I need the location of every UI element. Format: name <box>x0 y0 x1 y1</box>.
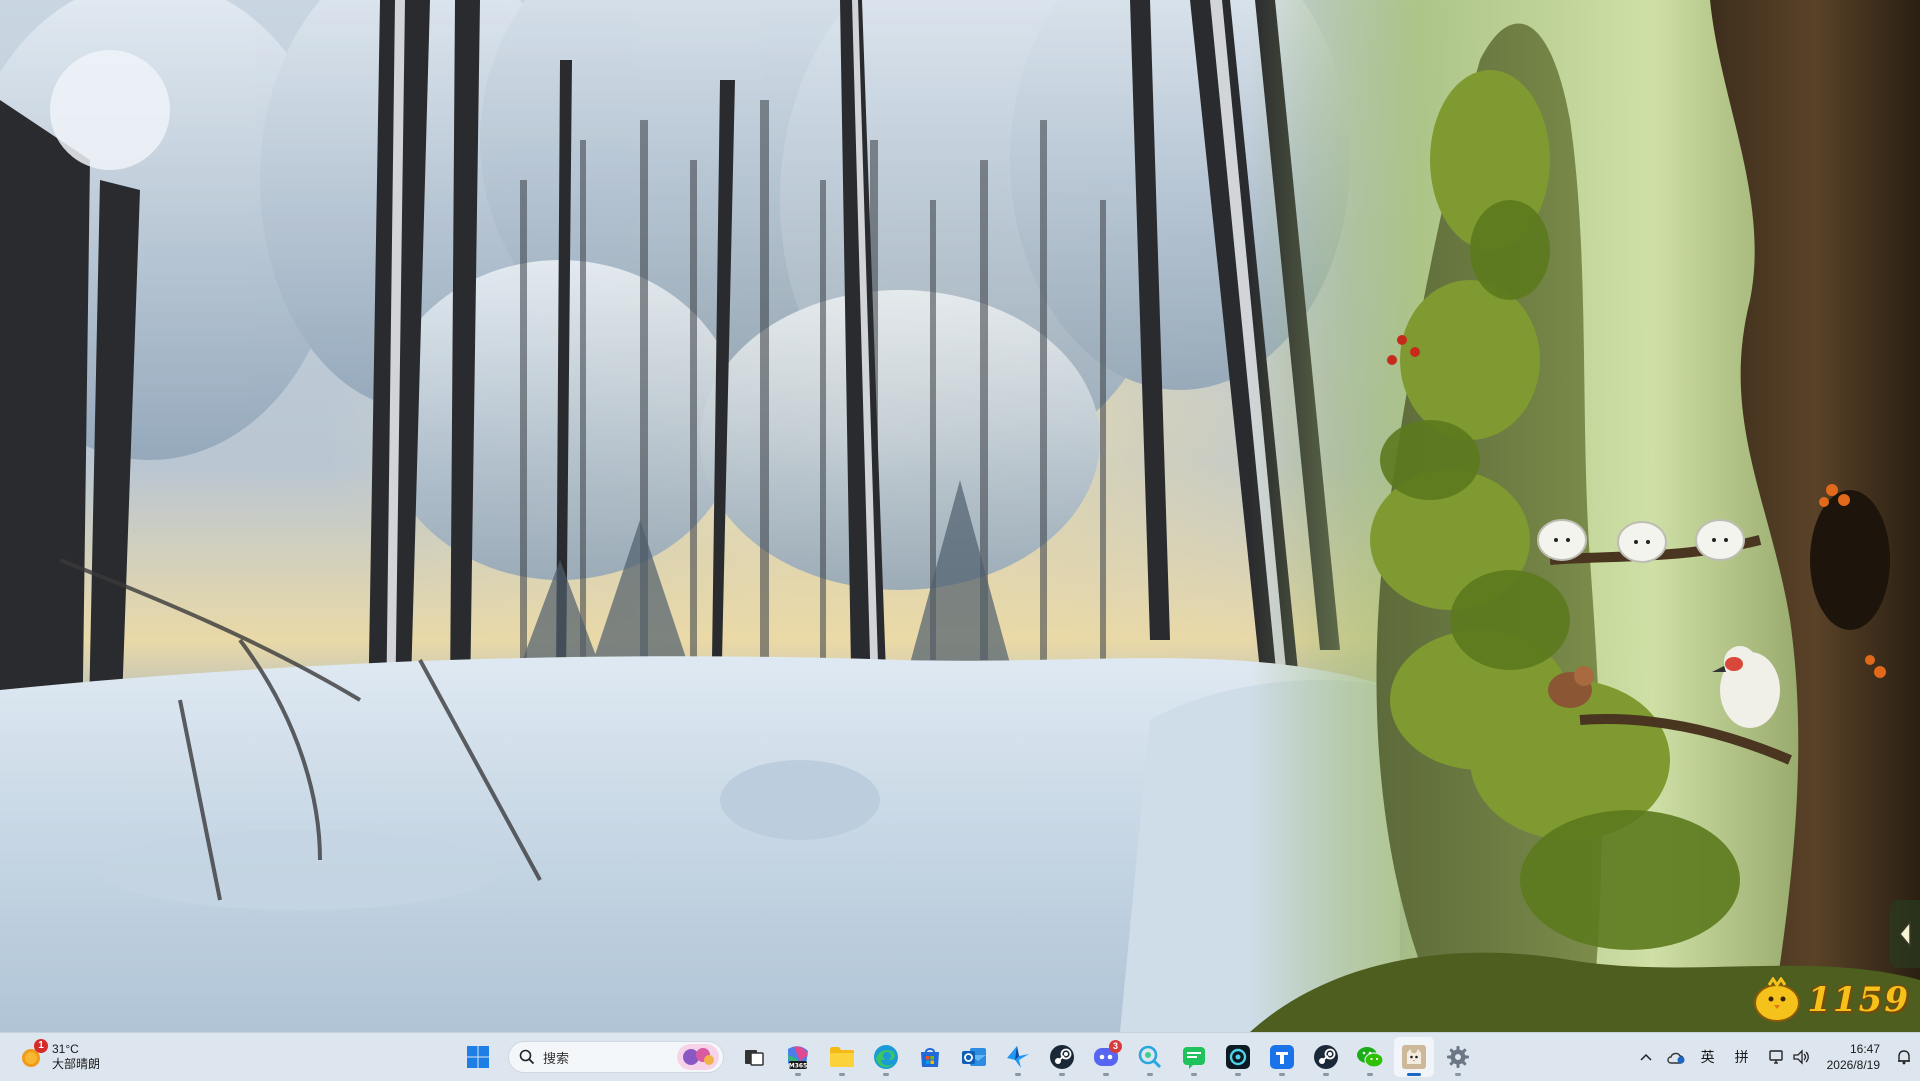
running-indicator <box>883 1073 889 1076</box>
wechat-icon <box>1357 1047 1384 1068</box>
running-indicator <box>1323 1073 1329 1076</box>
running-indicator <box>1279 1073 1285 1076</box>
ime-mode-button[interactable]: 拼 <box>1725 1037 1759 1077</box>
clock-date: 2026/8/19 <box>1826 1058 1880 1072</box>
start-button[interactable] <box>458 1037 498 1077</box>
running-indicator <box>1015 1073 1021 1076</box>
expand-arrow-button[interactable] <box>1890 900 1920 968</box>
microsoft-365-icon: M365 <box>788 1046 808 1070</box>
microsoft-store-button[interactable] <box>910 1037 950 1077</box>
svg-text:M365: M365 <box>789 1063 808 1070</box>
task-view-icon <box>745 1050 764 1066</box>
running-indicator <box>1455 1073 1461 1076</box>
ring-app-button[interactable] <box>1218 1037 1258 1077</box>
weather-sun-icon: 1 <box>18 1039 48 1070</box>
store-icon <box>921 1048 939 1067</box>
ime-language-button[interactable]: 英 <box>1691 1037 1725 1077</box>
game-forest-scene <box>1250 0 1920 1032</box>
weather-condition: 大部晴朗 <box>52 1057 101 1071</box>
game-score-counter: 1159 <box>1751 974 1910 1026</box>
discord-notification-badge: 3 <box>1109 1040 1122 1053</box>
running-indicator <box>1235 1073 1241 1076</box>
steam-second-button[interactable] <box>1306 1037 1346 1077</box>
ime-mode-label: 拼 <box>1734 1049 1749 1065</box>
chevron-left-icon <box>1899 920 1911 948</box>
message-icon <box>1183 1047 1205 1069</box>
search-icon <box>519 1049 535 1065</box>
steam-icon <box>1314 1045 1338 1069</box>
weather-temperature: 31°C <box>52 1042 79 1056</box>
gear-icon <box>1447 1046 1469 1068</box>
steam-icon <box>1050 1045 1074 1069</box>
show-hidden-icons-button[interactable] <box>1631 1037 1661 1077</box>
bird-game-widget[interactable]: 1159 <box>1250 0 1920 1032</box>
running-indicator <box>1059 1073 1065 1076</box>
score-value: 1159 <box>1807 980 1910 1020</box>
outlook-button[interactable] <box>954 1037 994 1077</box>
folder-icon <box>830 1047 854 1067</box>
task-view-button[interactable] <box>734 1037 774 1077</box>
taskbar-app-list: 搜索 M365 3 <box>458 1037 1478 1077</box>
running-indicator <box>1191 1073 1197 1076</box>
taskbar-search-box[interactable]: 搜索 <box>508 1041 724 1073</box>
clock-time: 16:47 <box>1849 1042 1880 1056</box>
onedrive-tray-button[interactable] <box>1661 1037 1691 1077</box>
file-explorer-button[interactable] <box>822 1037 862 1077</box>
network-volume-button[interactable] <box>1759 1037 1819 1077</box>
bird-app-icon <box>1007 1046 1029 1068</box>
weather-widget[interactable]: 1 31°C 大部晴朗 <box>18 1039 100 1075</box>
pin-app-button[interactable] <box>1262 1037 1302 1077</box>
discord-button[interactable]: 3 <box>1086 1037 1126 1077</box>
running-indicator <box>1103 1073 1109 1076</box>
message-app-button[interactable] <box>1174 1037 1214 1077</box>
active-window-indicator <box>1407 1073 1421 1076</box>
search-highlight-art-icon <box>677 1044 719 1070</box>
edge-browser-icon <box>874 1045 898 1069</box>
weather-notification-badge: 1 <box>34 1039 48 1053</box>
running-indicator <box>1147 1073 1153 1076</box>
cat-game-button[interactable] <box>1394 1037 1434 1077</box>
microsoft-365-button[interactable]: M365 <box>778 1037 818 1077</box>
ime-language-label: 英 <box>1700 1049 1715 1065</box>
steam-button[interactable] <box>1042 1037 1082 1077</box>
taskbar: 1 31°C 大部晴朗 搜索 M365 3 英 拼 16:47 2026/8/1… <box>0 1032 1920 1081</box>
chat-search-icon <box>1138 1045 1162 1069</box>
wechat-button[interactable] <box>1350 1037 1390 1077</box>
cloud-sync-icon <box>1666 1052 1685 1064</box>
running-indicator <box>1367 1073 1373 1076</box>
bird-app-button[interactable] <box>998 1037 1038 1077</box>
chat-search-button[interactable] <box>1130 1037 1170 1077</box>
running-indicator <box>839 1073 845 1076</box>
notification-center-button[interactable] <box>1888 1037 1920 1077</box>
clock-button[interactable]: 16:47 2026/8/19 <box>1819 1037 1888 1077</box>
running-indicator <box>795 1073 801 1076</box>
edge-browser-button[interactable] <box>866 1037 906 1077</box>
cat-game-icon <box>1402 1045 1426 1069</box>
settings-button[interactable] <box>1438 1037 1478 1077</box>
chevron-up-icon <box>1640 1053 1652 1061</box>
outlook-icon <box>962 1048 986 1066</box>
search-placeholder: 搜索 <box>543 1050 570 1066</box>
ring-app-icon <box>1226 1045 1250 1069</box>
volume-icon <box>1792 1049 1809 1065</box>
notification-bell-icon <box>1898 1050 1910 1065</box>
windows-logo-icon <box>467 1046 489 1068</box>
chick-coin-icon <box>1754 977 1801 1022</box>
network-icon <box>1768 1050 1783 1064</box>
pin-app-icon <box>1270 1045 1294 1069</box>
system-tray: 英 拼 16:47 2026/8/19 <box>1631 1033 1920 1081</box>
